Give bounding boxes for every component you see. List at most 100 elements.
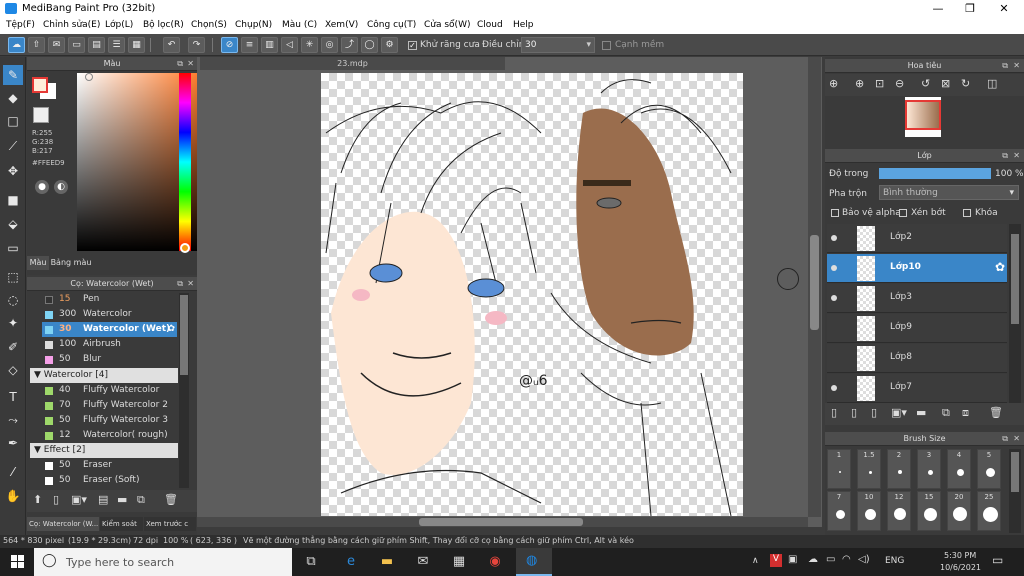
tab-control[interactable]: Kiểm soát: [100, 517, 143, 531]
layer-row[interactable]: Lớp7: [827, 374, 1007, 403]
dot-tool-icon[interactable]: □: [3, 111, 23, 131]
antialias-checkbox[interactable]: ✓: [408, 41, 417, 50]
eye-icon[interactable]: [831, 295, 837, 301]
menu-window[interactable]: Cửa sổ(W): [424, 20, 470, 30]
brush-size-option[interactable]: 1: [827, 449, 851, 489]
brush-item[interactable]: 100 Airbrush: [42, 337, 177, 352]
brush-size-option[interactable]: 20: [947, 491, 971, 531]
brush-item[interactable]: 12 Watercolor( rough): [42, 428, 177, 443]
text-tool-icon[interactable]: T: [3, 387, 23, 407]
rotate-left-icon[interactable]: ↺: [921, 77, 930, 90]
palette-add-icon[interactable]: ◐: [54, 180, 68, 194]
close-panel-icon[interactable]: ✕: [1013, 149, 1020, 162]
brush-group-effect[interactable]: ▼ Effect [2]: [30, 443, 178, 458]
trash-icon[interactable]: 🗑: [164, 493, 178, 506]
menu-help[interactable]: Help: [513, 20, 534, 30]
move-tool-icon[interactable]: ✥: [3, 161, 23, 181]
close-panel-icon[interactable]: ✕: [1013, 59, 1020, 72]
layer-row[interactable]: Lớp2: [827, 224, 1007, 253]
menu-tools[interactable]: Công cụ(T): [367, 20, 416, 30]
brush-tool-icon[interactable]: ✎: [3, 65, 23, 85]
brush-group-watercolor[interactable]: ▼ Watercolor [4]: [30, 368, 178, 383]
fit-icon[interactable]: ⊡: [875, 77, 884, 90]
select-tool-icon[interactable]: ⬚: [3, 267, 23, 287]
volume-icon[interactable]: ◁): [858, 554, 870, 565]
menu-filter[interactable]: Bộ lọc(R): [143, 20, 184, 30]
scroll-thumb[interactable]: [419, 518, 583, 526]
snap-off-icon[interactable]: ⊘: [221, 37, 238, 53]
magic-wand-tool-icon[interactable]: ✦: [3, 313, 23, 333]
clock-time[interactable]: 5:30 PM: [944, 551, 976, 560]
float-icon[interactable]: ⧉: [177, 57, 183, 70]
language-indicator[interactable]: ENG: [885, 556, 904, 566]
artwork-canvas[interactable]: @ᵤ6: [321, 73, 743, 516]
eyedropper-tool-icon[interactable]: ⁄: [3, 462, 23, 482]
close-panel-icon[interactable]: ✕: [187, 57, 194, 70]
brush-scrollbar[interactable]: [179, 293, 189, 488]
layer-scrollbar[interactable]: [1009, 224, 1021, 403]
gear-icon[interactable]: ✿: [167, 322, 175, 337]
menu-color[interactable]: Màu (C): [282, 20, 317, 30]
menu-view[interactable]: Xem(V): [325, 20, 358, 30]
cloud-icon[interactable]: ☁: [808, 554, 818, 565]
maximize-button[interactable]: ❐: [960, 2, 980, 15]
brush-size-option[interactable]: 4: [947, 449, 971, 489]
opacity-slider[interactable]: [879, 168, 991, 179]
redo-icon[interactable]: ↷: [188, 37, 205, 53]
close-panel-icon[interactable]: ✕: [187, 277, 194, 290]
add-brush-icon[interactable]: ⬆: [33, 493, 42, 506]
scroll-thumb[interactable]: [1011, 234, 1019, 324]
brush-menu-icon[interactable]: ▣▾: [71, 493, 87, 506]
new-brush-icon[interactable]: ▯: [53, 493, 59, 506]
float-icon[interactable]: ⧉: [177, 277, 183, 290]
blend-dropdown[interactable]: Bình thường ▾: [879, 185, 1019, 200]
brush-size-option[interactable]: 10: [857, 491, 881, 531]
file-explorer-icon[interactable]: ▬: [376, 552, 398, 572]
brush-settings-icon[interactable]: ▤: [98, 493, 108, 506]
mail-icon[interactable]: ✉: [412, 552, 434, 572]
concentric-snap-icon[interactable]: ◎: [321, 37, 338, 53]
radial-snap-icon[interactable]: ✳: [301, 37, 318, 53]
brush-item[interactable]: 15 Pen: [42, 292, 177, 307]
select-pen-icon[interactable]: ✐: [3, 337, 23, 357]
store-icon[interactable]: ▦: [448, 552, 470, 572]
hue-slider[interactable]: [179, 73, 191, 253]
grid-snap-icon[interactable]: ▥: [261, 37, 278, 53]
list-icon[interactable]: ☰: [108, 37, 125, 53]
gradient-tool-icon[interactable]: ▭: [3, 238, 23, 258]
trash-icon[interactable]: 🗑: [989, 406, 1003, 419]
tab-brush[interactable]: Cọ: Watercolor (W...: [27, 517, 99, 531]
menu-file[interactable]: Tệp(F): [6, 20, 35, 30]
hue-handle[interactable]: [180, 243, 190, 253]
tab-palette[interactable]: Bảng màu: [50, 256, 92, 270]
navigator-thumbnail[interactable]: [905, 97, 941, 137]
document-tab[interactable]: 23.mdp: [200, 57, 505, 70]
adjust-dropdown[interactable]: 30 ▾: [521, 37, 595, 53]
brush-size-option[interactable]: 3: [917, 449, 941, 489]
scroll-thumb[interactable]: [1011, 452, 1019, 492]
layer-row[interactable]: Lớp8: [827, 344, 1007, 373]
clock-date[interactable]: 10/6/2021: [940, 563, 981, 572]
undo-icon[interactable]: ↶: [163, 37, 180, 53]
brush-size-option[interactable]: 2: [887, 449, 911, 489]
canvas-vscrollbar[interactable]: [808, 57, 821, 517]
brush-size-option[interactable]: 25: [977, 491, 1001, 531]
brush-size-option[interactable]: 12: [887, 491, 911, 531]
cloud-icon[interactable]: ☁: [8, 37, 25, 53]
foreground-color-swatch[interactable]: [32, 77, 48, 93]
shape-tool-icon[interactable]: ■: [3, 190, 23, 210]
task-view-icon[interactable]: ⧉: [300, 552, 322, 572]
layer-row-selected[interactable]: Lớp10 ✿: [827, 254, 1007, 283]
brush-item-selected[interactable]: 30 Watercolor (Wet) ✿: [42, 322, 177, 337]
eye-icon[interactable]: [831, 235, 837, 241]
new-color-layer-icon[interactable]: ▯: [851, 406, 857, 419]
folder-icon[interactable]: ▬: [916, 406, 926, 419]
layer-row[interactable]: Lớp3: [827, 284, 1007, 313]
layer-menu-icon[interactable]: ▣▾: [891, 406, 907, 419]
tab-color[interactable]: Màu: [27, 256, 49, 270]
brush-item[interactable]: 50 Eraser (Soft): [42, 473, 177, 488]
scroll-thumb[interactable]: [180, 295, 188, 375]
blur-tool-icon[interactable]: ✒: [3, 433, 23, 453]
wifi-icon[interactable]: ◠: [842, 554, 851, 565]
menu-edit[interactable]: Chỉnh sửa(E): [43, 20, 100, 30]
